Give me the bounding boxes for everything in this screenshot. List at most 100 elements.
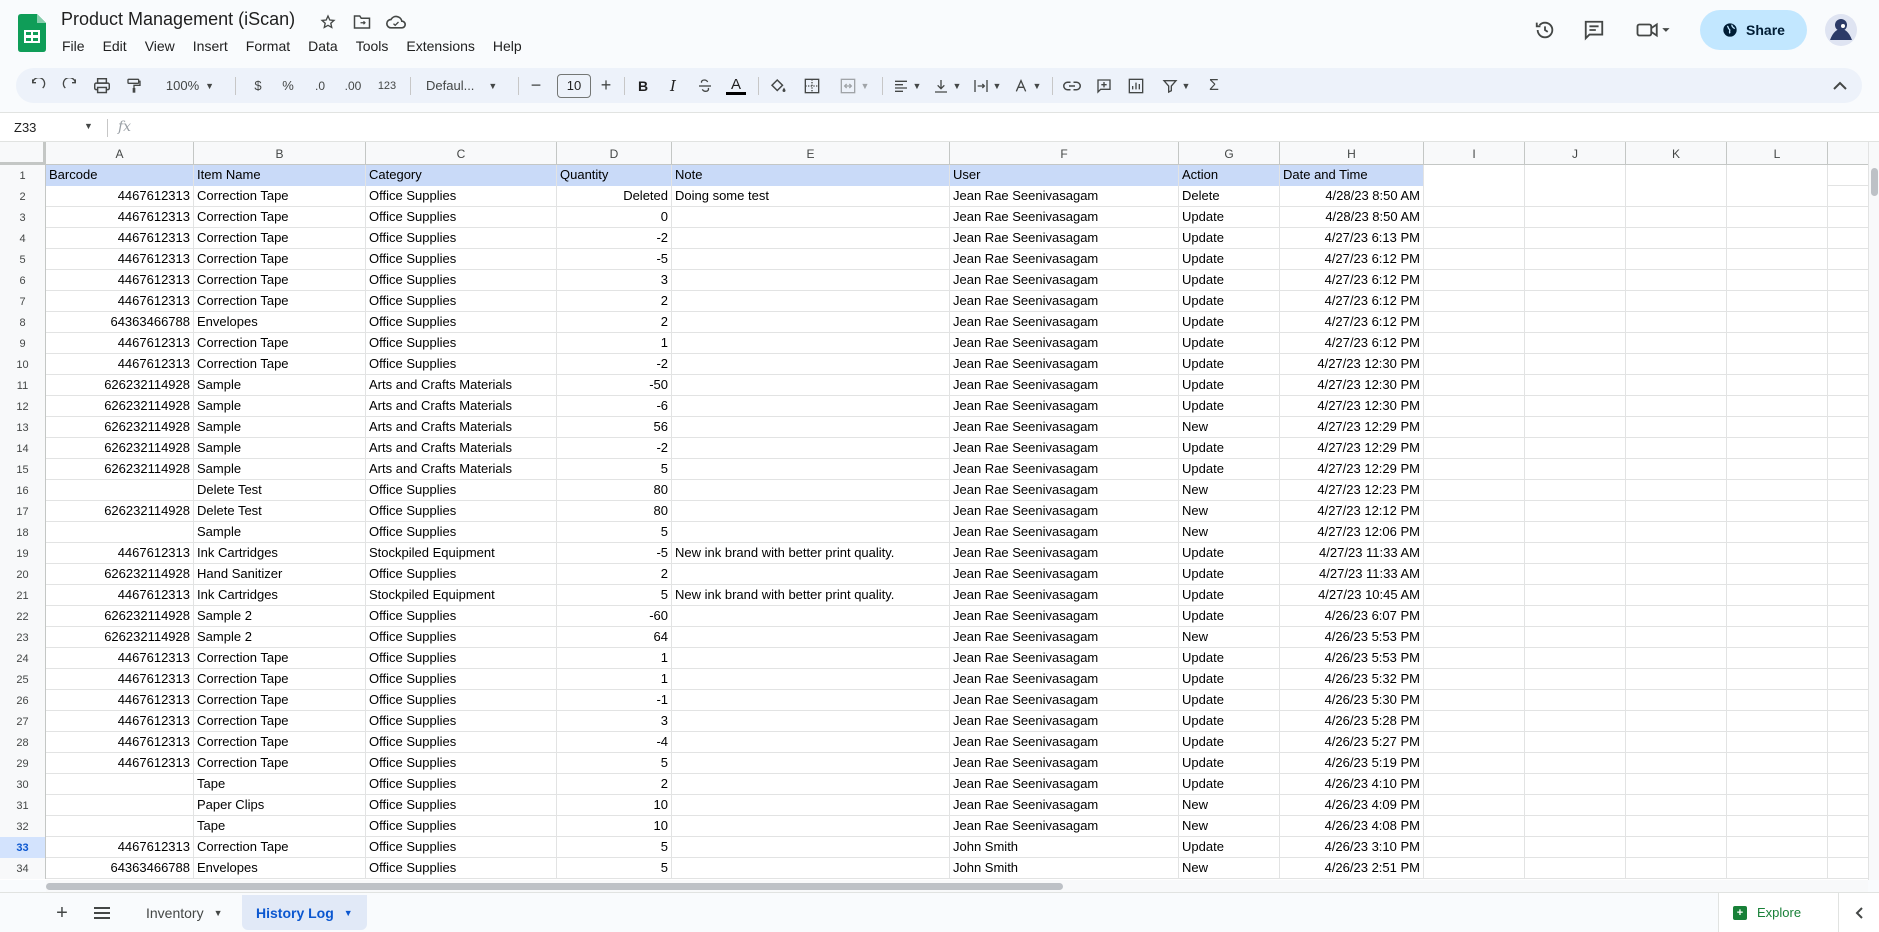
table-cell[interactable]: 4467612313: [46, 543, 194, 564]
table-cell[interactable]: [1424, 333, 1525, 354]
table-cell[interactable]: [1525, 396, 1626, 417]
table-cell[interactable]: Jean Rae Seenivasagam: [950, 312, 1179, 333]
table-cell[interactable]: 626232114928: [46, 438, 194, 459]
table-cell[interactable]: 626232114928: [46, 564, 194, 585]
table-cell[interactable]: [672, 312, 950, 333]
table-cell[interactable]: 56: [557, 417, 672, 438]
column-header-k[interactable]: K: [1626, 142, 1727, 165]
row-number[interactable]: 3: [0, 207, 46, 228]
table-cell[interactable]: Jean Rae Seenivasagam: [950, 711, 1179, 732]
table-cell[interactable]: -4: [557, 732, 672, 753]
table-cell[interactable]: [672, 711, 950, 732]
table-cell[interactable]: [1424, 627, 1525, 648]
table-cell[interactable]: 4/26/23 4:09 PM: [1280, 795, 1424, 816]
table-cell[interactable]: 4/27/23 12:29 PM: [1280, 438, 1424, 459]
table-cell[interactable]: 626232114928: [46, 375, 194, 396]
spreadsheet-grid[interactable]: ABCDEFGHIJKL 1 Barcode Item Name Category Qu…: [0, 142, 1868, 880]
table-cell[interactable]: [1626, 753, 1727, 774]
print-icon[interactable]: [90, 72, 114, 99]
table-cell[interactable]: Sample: [194, 417, 366, 438]
row-number[interactable]: 29: [0, 753, 46, 774]
table-cell[interactable]: [1424, 417, 1525, 438]
header-cell[interactable]: [1525, 165, 1626, 186]
column-header-h[interactable]: H: [1280, 142, 1424, 165]
table-cell[interactable]: Delete Test: [194, 480, 366, 501]
column-header-a[interactable]: A: [46, 142, 194, 165]
table-cell[interactable]: [1525, 606, 1626, 627]
table-cell[interactable]: 4467612313: [46, 228, 194, 249]
table-cell[interactable]: 4/27/23 11:33 AM: [1280, 543, 1424, 564]
table-cell[interactable]: [1424, 690, 1525, 711]
table-cell[interactable]: [672, 228, 950, 249]
table-cell[interactable]: [672, 333, 950, 354]
table-cell[interactable]: [672, 816, 950, 837]
table-cell[interactable]: Office Supplies: [366, 711, 557, 732]
table-cell[interactable]: Paper Clips: [194, 795, 366, 816]
table-cell[interactable]: Hand Sanitizer: [194, 564, 366, 585]
table-cell[interactable]: Office Supplies: [366, 312, 557, 333]
menu-extensions[interactable]: Extensions: [397, 36, 483, 56]
table-cell[interactable]: 4/27/23 12:30 PM: [1280, 375, 1424, 396]
table-cell[interactable]: [1626, 858, 1727, 879]
table-cell[interactable]: Ink Cartridges: [194, 585, 366, 606]
side-panel-toggle-icon[interactable]: [1838, 893, 1879, 932]
table-cell[interactable]: 626232114928: [46, 606, 194, 627]
table-cell[interactable]: [1727, 795, 1828, 816]
comments-icon[interactable]: [1578, 14, 1610, 46]
table-cell[interactable]: [1626, 459, 1727, 480]
table-cell[interactable]: 4/26/23 5:32 PM: [1280, 669, 1424, 690]
table-cell[interactable]: Jean Rae Seenivasagam: [950, 732, 1179, 753]
table-cell[interactable]: Jean Rae Seenivasagam: [950, 543, 1179, 564]
table-cell[interactable]: [1727, 522, 1828, 543]
table-cell[interactable]: Correction Tape: [194, 270, 366, 291]
row-number[interactable]: 5: [0, 249, 46, 270]
table-cell[interactable]: New: [1179, 795, 1280, 816]
table-cell[interactable]: [1727, 207, 1828, 228]
table-cell[interactable]: -5: [557, 543, 672, 564]
table-cell[interactable]: Update: [1179, 606, 1280, 627]
table-cell[interactable]: Update: [1179, 438, 1280, 459]
table-cell[interactable]: Office Supplies: [366, 753, 557, 774]
table-cell[interactable]: 4467612313: [46, 270, 194, 291]
table-cell[interactable]: [672, 690, 950, 711]
table-cell[interactable]: [672, 207, 950, 228]
table-cell[interactable]: [1525, 249, 1626, 270]
table-cell[interactable]: 4/26/23 2:51 PM: [1280, 858, 1424, 879]
row-number[interactable]: 10: [0, 354, 46, 375]
table-cell[interactable]: [1727, 753, 1828, 774]
table-cell[interactable]: [1727, 585, 1828, 606]
table-cell[interactable]: Envelopes: [194, 312, 366, 333]
table-cell[interactable]: 1: [557, 648, 672, 669]
row-number[interactable]: 1: [0, 165, 46, 186]
header-cell[interactable]: Note: [672, 165, 950, 186]
table-cell[interactable]: [672, 606, 950, 627]
table-cell[interactable]: [1626, 627, 1727, 648]
table-cell[interactable]: 2: [557, 312, 672, 333]
table-cell[interactable]: Office Supplies: [366, 858, 557, 879]
table-cell[interactable]: John Smith: [950, 858, 1179, 879]
table-cell[interactable]: Doing some test: [672, 186, 950, 207]
table-cell[interactable]: [1424, 354, 1525, 375]
table-cell[interactable]: Stockpiled Equipment: [366, 585, 557, 606]
table-cell[interactable]: 4/27/23 12:29 PM: [1280, 417, 1424, 438]
table-cell[interactable]: [1424, 501, 1525, 522]
table-cell[interactable]: [1727, 459, 1828, 480]
table-cell[interactable]: [1727, 774, 1828, 795]
table-cell[interactable]: Update: [1179, 375, 1280, 396]
table-cell[interactable]: Correction Tape: [194, 228, 366, 249]
table-cell[interactable]: 626232114928: [46, 417, 194, 438]
table-cell[interactable]: Tape: [194, 816, 366, 837]
table-cell[interactable]: [1424, 543, 1525, 564]
menu-format[interactable]: Format: [237, 36, 299, 56]
table-cell[interactable]: Sample 2: [194, 606, 366, 627]
table-cell[interactable]: [1525, 333, 1626, 354]
table-cell[interactable]: Update: [1179, 396, 1280, 417]
table-cell[interactable]: Update: [1179, 270, 1280, 291]
table-cell[interactable]: [1525, 270, 1626, 291]
table-cell[interactable]: New: [1179, 501, 1280, 522]
table-cell[interactable]: [1525, 585, 1626, 606]
table-cell[interactable]: [1525, 207, 1626, 228]
redo-icon[interactable]: [58, 72, 82, 99]
table-cell[interactable]: [1525, 690, 1626, 711]
merge-cells-icon[interactable]: ▼: [834, 72, 874, 99]
